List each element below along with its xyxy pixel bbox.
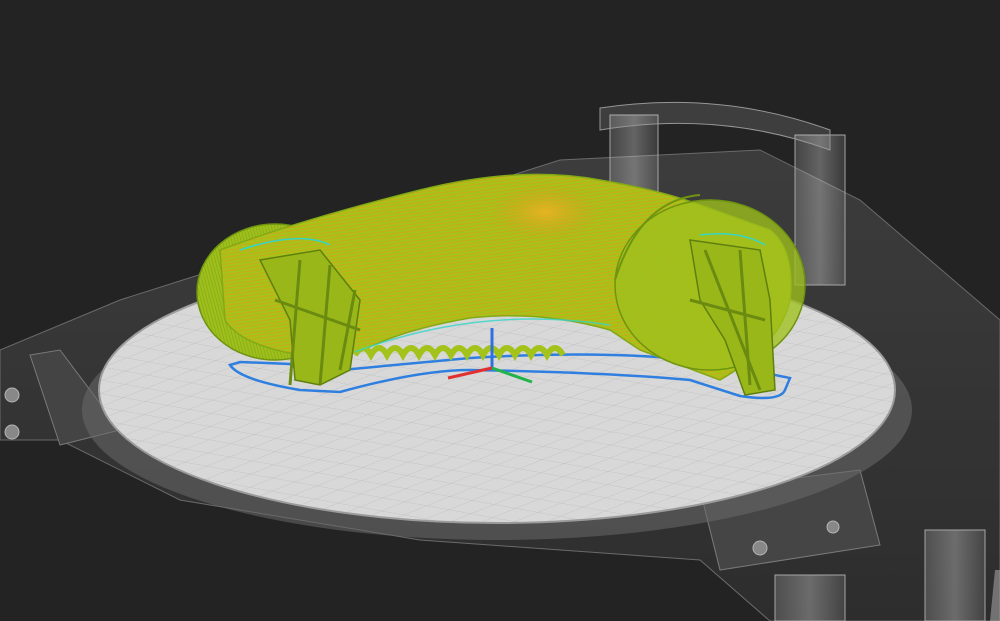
screw-icon	[752, 540, 768, 556]
3d-viewport[interactable]	[0, 0, 1000, 621]
screw-icon	[4, 387, 20, 403]
print-preview-scene[interactable]	[0, 0, 1000, 621]
screw-icon	[4, 424, 20, 440]
screw-icon	[826, 520, 840, 534]
